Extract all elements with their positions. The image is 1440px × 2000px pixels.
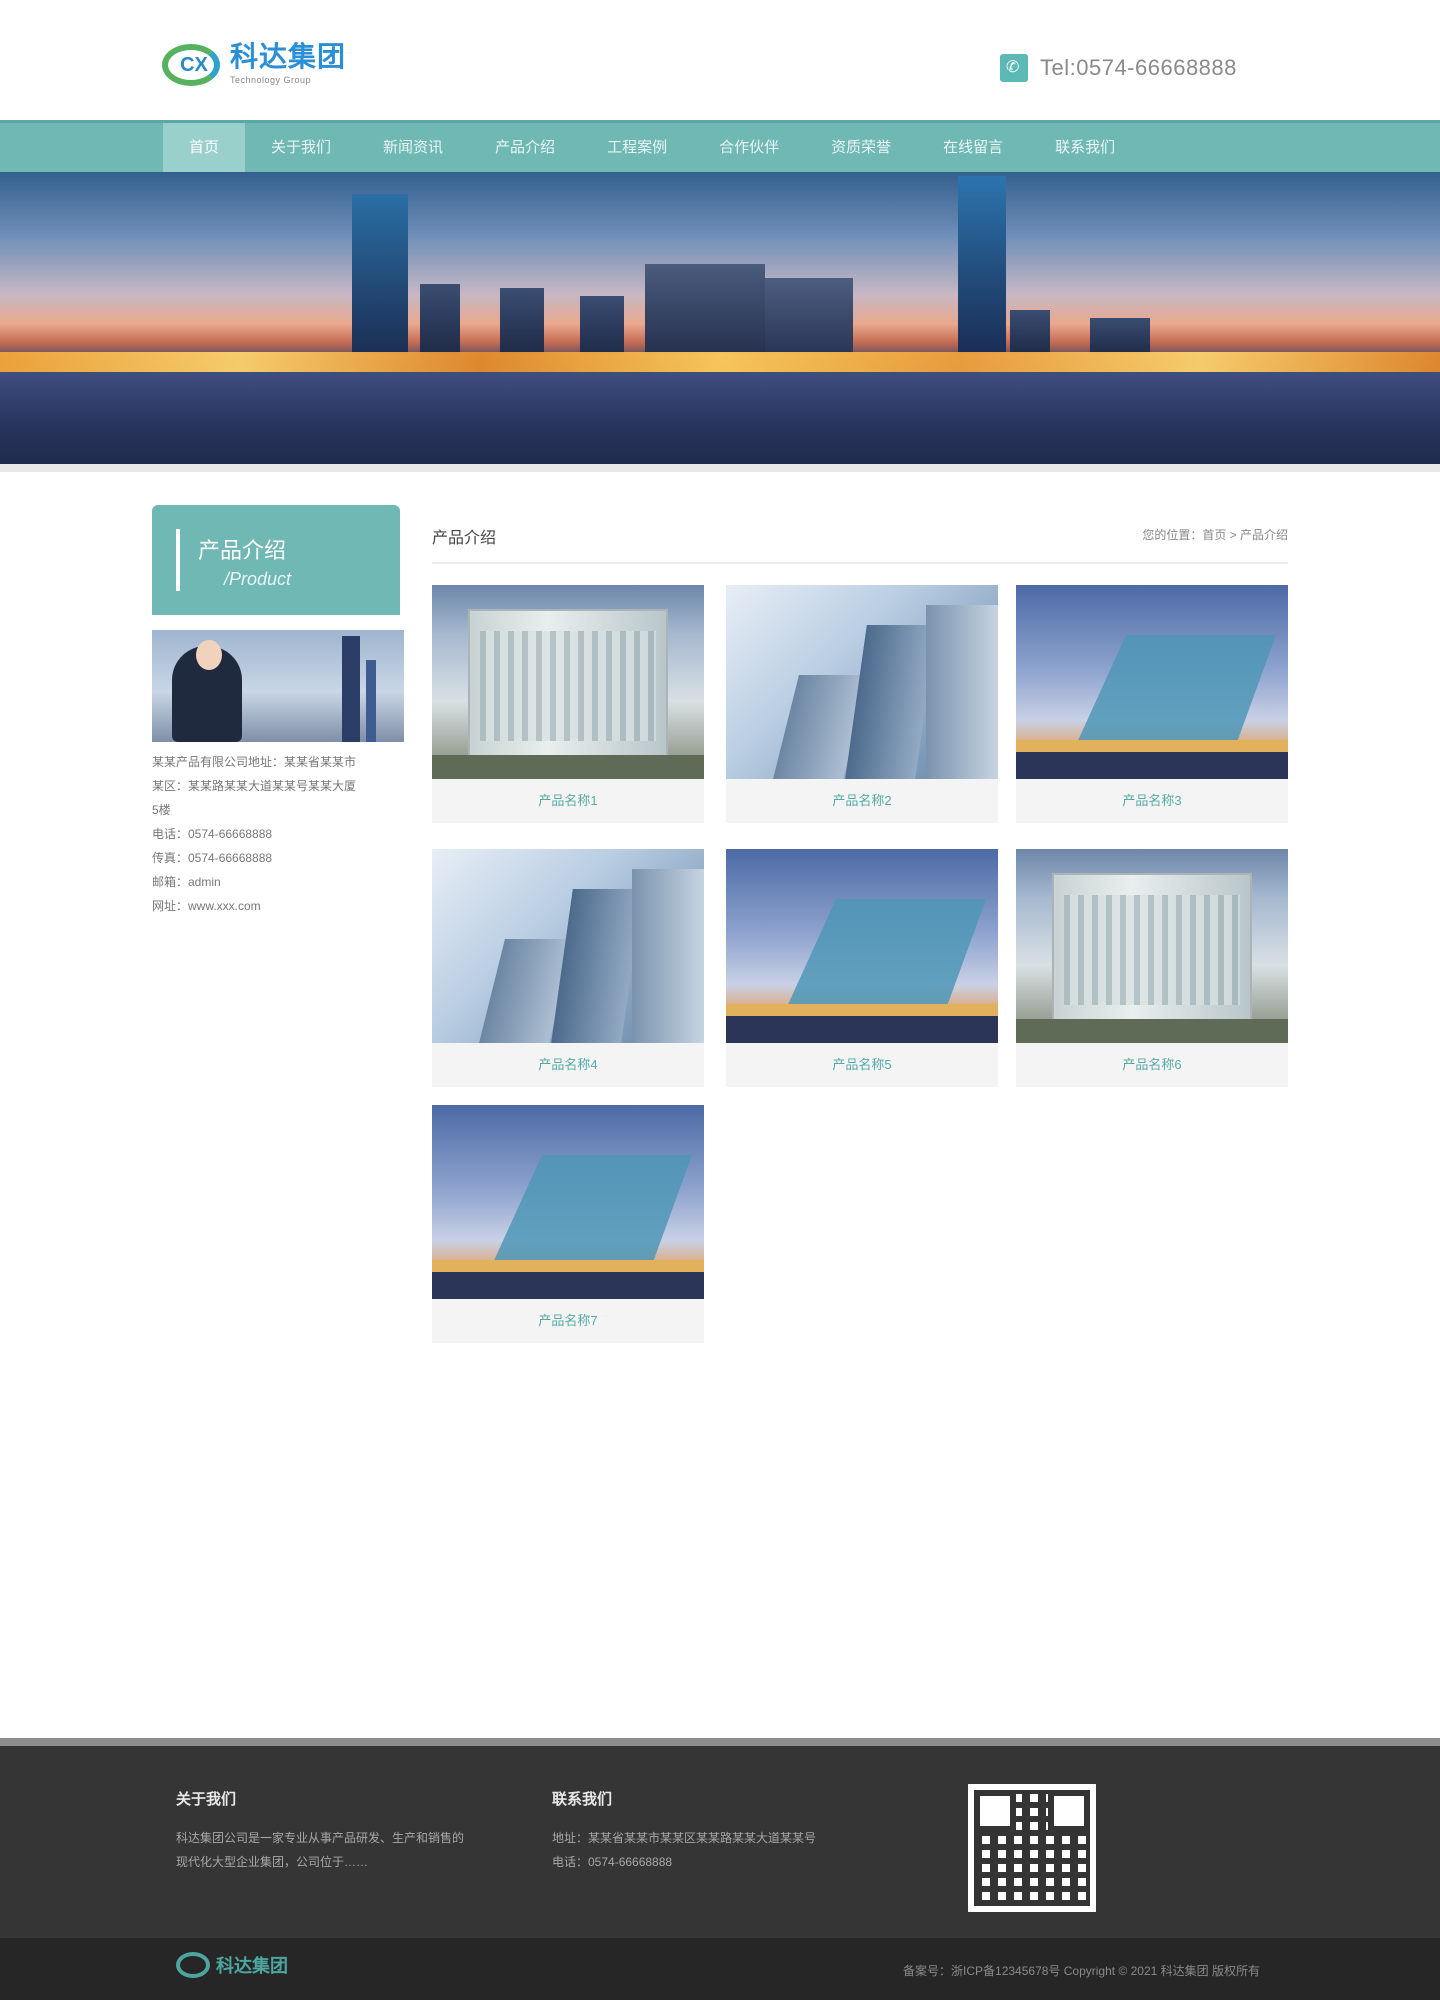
product-name-link[interactable]: 产品名称2 [726,779,998,823]
contact-line: 网址：www.xxx.com [152,899,261,913]
content-header: 产品介绍 您的位置：首页 > 产品介绍 [432,520,1288,564]
contact-line: 电话：0574-66668888 [152,827,273,841]
qr-code [968,1784,1096,1912]
main-nav: 首页 关于我们 新闻资讯 产品介绍 工程案例 合作伙伴 资质荣誉 在线留言 联系我们 [0,120,1440,172]
product-name-link[interactable]: 产品名称7 [432,1299,704,1343]
product-name-link[interactable]: 产品名称3 [1016,779,1288,823]
nav-item[interactable]: 在线留言 [917,123,1029,172]
nav-item[interactable]: 资质荣誉 [805,123,917,172]
page-title: 产品介绍 [432,530,497,547]
product-name-link[interactable]: 产品名称4 [432,1043,704,1087]
sidebar-contact-image [152,630,404,742]
logo-subtitle: Technology Group [230,75,312,85]
footer-logo[interactable]: 科达集团 [176,1952,288,1978]
contact-line: 某某产品有限公司地址：某某省某某市 [152,755,357,769]
product-image[interactable] [432,585,704,779]
footer-contact-title: 联系我们 [552,1791,613,1808]
nav-item[interactable]: 首页 [163,123,246,172]
nav-item[interactable]: 工程案例 [581,123,693,172]
logo-mark-icon: CX [160,38,226,90]
product-card[interactable]: 产品名称2 [726,585,998,823]
sidebar-title: 产品介绍 /Product [152,505,400,615]
nav-list: 首页 关于我们 新闻资讯 产品介绍 工程案例 合作伙伴 资质荣誉 在线留言 联系我们 [163,123,1141,172]
footer-contact-text: 地址：某某省某某市某某区某某路某某大道某某号 电话：0574-66668888 [552,1831,817,1869]
product-image[interactable] [1016,849,1288,1043]
contact-line: 邮箱：admin [152,875,221,889]
nav-item[interactable]: 合作伙伴 [693,123,805,172]
product-image[interactable] [1016,585,1288,779]
sidebar-title-cn: 产品介绍 [198,538,287,563]
phone-icon [1000,54,1028,82]
sidebar-title-en: /Product [224,569,292,589]
site-logo[interactable]: CX 科达集团 Technology Group [160,36,375,92]
contact-line: 某区：某某路某某大道某某号某某大厦 [152,779,357,793]
copyright-text: 备案号：浙ICP备12345678号 Copyright © 2021 科达集团… [903,1964,1260,1978]
product-name-link[interactable]: 产品名称1 [432,779,704,823]
site-header: CX 科达集团 Technology Group Tel:0574-666688… [0,0,1440,120]
footer-about-title: 关于我们 [176,1791,237,1808]
nav-item[interactable]: 产品介绍 [469,123,581,172]
product-card[interactable]: 产品名称6 [1016,849,1288,1087]
logo-name: 科达集团 [230,41,347,72]
nav-item[interactable]: 新闻资讯 [357,123,469,172]
product-card[interactable]: 产品名称7 [432,1105,704,1343]
contact-line: 5楼 [152,803,171,817]
nav-item[interactable]: 关于我们 [245,123,357,172]
header-phone: Tel:0574-66668888 [1000,54,1237,82]
footer-logo-icon [176,1952,210,1978]
nav-item[interactable]: 联系我们 [1029,123,1141,172]
product-card[interactable]: 产品名称3 [1016,585,1288,823]
breadcrumb[interactable]: 您的位置：首页 > 产品介绍 [1142,526,1288,543]
product-image[interactable] [432,1105,704,1299]
product-image[interactable] [432,849,704,1043]
product-name-link[interactable]: 产品名称6 [1016,1043,1288,1087]
footer-bottom-bar: 科达集团 备案号：浙ICP备12345678号 Copyright © 2021… [0,1938,1440,2000]
product-image[interactable] [726,585,998,779]
contact-line: 传真：0574-66668888 [152,851,273,865]
product-card[interactable]: 产品名称1 [432,585,704,823]
product-name-link[interactable]: 产品名称5 [726,1043,998,1087]
site-footer: 关于我们 科达集团公司是一家专业从事产品研发、生产和销售的 现代化大型企业集团，… [0,1738,1440,1938]
phone-number: Tel:0574-66668888 [1040,55,1237,80]
product-image[interactable] [726,849,998,1043]
hero-banner [0,172,1440,464]
sidebar-contact-info: 某某产品有限公司地址：某某省某某市 某区：某某路某某大道某某号某某大厦 5楼电话：0… [152,750,404,918]
product-card[interactable]: 产品名称5 [726,849,998,1087]
footer-about-text: 科达集团公司是一家专业从事产品研发、生产和销售的 现代化大型企业集团，公司位于…… [176,1831,465,1869]
product-card[interactable]: 产品名称4 [432,849,704,1087]
